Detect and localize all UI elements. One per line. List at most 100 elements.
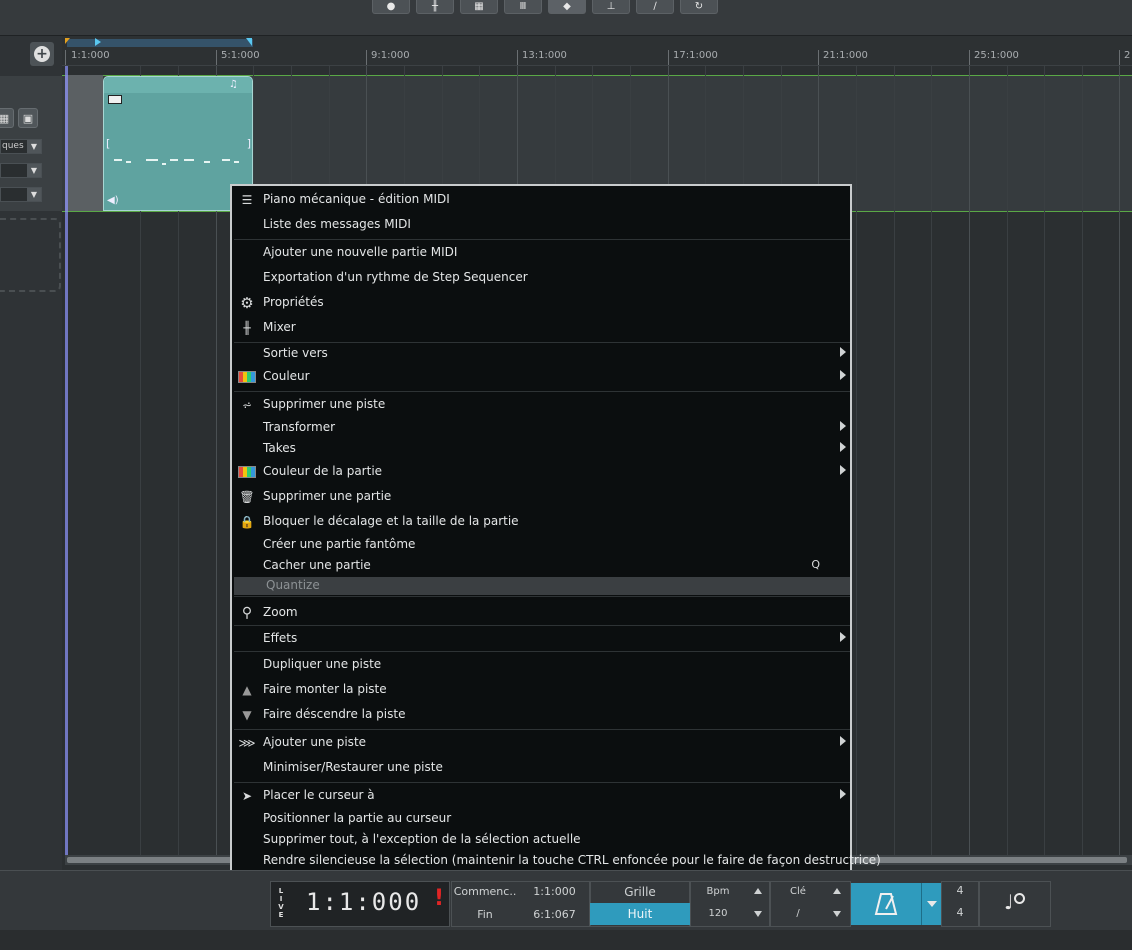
ruler-label: 5:1:000 [221, 50, 260, 61]
start-marker-icon[interactable] [65, 38, 70, 44]
track-header[interactable]: ▦ ▣ ques ▼ ▼ ▼ [0, 76, 62, 211]
menu-separator [234, 729, 850, 730]
key-value[interactable]: / [770, 903, 826, 925]
menu-item-export-step-seq[interactable]: Exportation d'un rythme de Step Sequence… [234, 267, 850, 289]
piano-icon [108, 95, 122, 104]
delete-track-icon: ⩫ [241, 398, 253, 412]
ruler-tick [216, 50, 217, 65]
start-label: Commenc.. [453, 885, 517, 898]
ruler-tick [366, 50, 367, 65]
menu-item-lock-part[interactable]: 🔒 Bloquer le décalage et la taille de la… [234, 511, 850, 533]
menu-item-mute-selection[interactable]: Rendre silencieuse la sélection (mainten… [234, 850, 881, 872]
lock-icon: 🔒 [239, 515, 255, 529]
mixer-icon[interactable]: ╫ [416, 0, 454, 14]
menu-item-zoom[interactable]: ⚲ Zoom [234, 602, 850, 624]
chevron-right-icon [840, 632, 846, 642]
ruler-label: 9:1:000 [371, 50, 410, 61]
midi-note [170, 159, 178, 161]
menu-item-duplicate-track[interactable]: Dupliquer une piste [234, 654, 850, 676]
end-value[interactable]: 6:1:067 [519, 904, 590, 926]
track-dropdown-2[interactable]: ▼ [0, 163, 42, 178]
timeline-ruler[interactable]: 1:1:000 5:1:000 9:1:000 13:1:000 17:1:00… [62, 36, 1132, 66]
menu-item-delete-part[interactable]: 🗑 Supprimer une partie [234, 486, 850, 508]
menu-item-mixer[interactable]: ╫ Mixer [234, 317, 850, 339]
track-dropdown-1[interactable]: ques ▼ [0, 139, 42, 154]
add-track-button[interactable]: + [30, 42, 54, 66]
menu-item-position-part[interactable]: Positionner la partie au curseur [234, 808, 850, 830]
key-down-icon[interactable] [833, 911, 841, 917]
end-label: Fin [477, 908, 493, 921]
loop-icon[interactable]: ↻ [680, 0, 718, 14]
plus-icon: + [34, 46, 50, 62]
zoom-icon: ⚲ [241, 605, 253, 621]
menu-item-minimize-track[interactable]: Minimiser/Restaurer une piste [234, 757, 850, 779]
left-handle-icon[interactable]: [ [106, 137, 110, 150]
metronome-icon [874, 893, 898, 915]
start-value[interactable]: 1:1:000 [519, 881, 590, 903]
midi-note [204, 161, 210, 163]
warning-icon[interactable]: ! [434, 887, 444, 911]
menu-item-delete-track[interactable]: ⩫ Supprimer une piste [234, 394, 850, 416]
loop-start-icon[interactable] [95, 38, 101, 46]
mixer-icon: ╫ [243, 321, 251, 335]
menu-item-add-midi-part[interactable]: Ajouter une nouvelle partie MIDI [234, 242, 850, 264]
menu-item-add-track[interactable]: ⋙ Ajouter une piste [234, 732, 850, 754]
grid-line [1119, 66, 1120, 856]
right-handle-icon[interactable]: ] [247, 137, 251, 150]
piano-roll-icon: ☰ [241, 193, 253, 207]
down-icon: ▼ [242, 708, 252, 722]
grid-icon[interactable]: ▦ [460, 0, 498, 14]
ruler-tick [1119, 50, 1120, 65]
menu-item-transform[interactable]: Transformer [234, 417, 850, 439]
menu-item-move-track-down[interactable]: ▼ Faire déscendre la piste [234, 704, 850, 726]
live-indicator[interactable]: LIVE [276, 887, 286, 919]
menu-item-piano-roll[interactable]: ☰ Piano mécanique - édition MIDI [234, 189, 850, 211]
menu-item-hide-part[interactable]: Cacher une partie Q [234, 555, 850, 577]
signature-bottom[interactable]: 4 [941, 902, 979, 924]
menu-item-ghost-part[interactable]: Créer une partie fantôme [234, 534, 850, 556]
empty-track-slot[interactable] [0, 218, 61, 292]
menu-item-place-cursor[interactable]: ➤ Placer le curseur à [234, 785, 850, 807]
menu-separator [234, 596, 850, 597]
grid-line [894, 66, 895, 856]
bpm-up-icon[interactable] [754, 888, 762, 894]
ruler-label: 17:1:000 [673, 50, 718, 61]
color-icon [238, 466, 256, 478]
track-dropdown-3[interactable]: ▼ [0, 187, 42, 202]
menu-item-quantize: Quantize [234, 577, 850, 595]
wand-icon[interactable]: ∕ [636, 0, 674, 14]
chevron-right-icon [840, 789, 846, 799]
ruler-tick [65, 50, 66, 65]
menu-item-color[interactable]: Couleur [234, 366, 850, 388]
ruler-label: 21:1:000 [823, 50, 868, 61]
speaker-icon[interactable]: ◀) [107, 195, 119, 206]
playback-cursor[interactable] [65, 66, 68, 856]
bpm-down-icon[interactable] [754, 911, 762, 917]
loop-end-icon[interactable] [246, 38, 252, 46]
menu-item-midi-list[interactable]: Liste des messages MIDI [234, 214, 850, 236]
grid-value[interactable]: Huit [590, 903, 690, 925]
metronome-dropdown[interactable] [921, 883, 941, 925]
chevron-right-icon [840, 465, 846, 475]
signature-top[interactable]: 4 [941, 880, 979, 902]
menu-item-move-track-up[interactable]: ▲ Faire monter la piste [234, 679, 850, 701]
menu-item-properties[interactable]: ⚙ Propriétés [234, 292, 850, 314]
menu-item-effects[interactable]: Effets [234, 628, 850, 650]
keyboard-icon[interactable]: Ⅲ [504, 0, 542, 14]
chevron-right-icon [840, 347, 846, 357]
menu-item-delete-except-selection[interactable]: Supprimer tout, à l'exception de la séle… [234, 829, 850, 851]
bpm-value[interactable]: 120 [690, 903, 746, 925]
context-menu: ☰ Piano mécanique - édition MIDI Liste d… [230, 184, 881, 872]
menu-item-takes[interactable]: Takes [234, 438, 850, 460]
info-icon[interactable]: ● [372, 0, 410, 14]
metronome-button[interactable] [851, 883, 921, 925]
chevron-down-icon [927, 901, 937, 907]
menu-item-output-to[interactable]: Sortie vers [234, 343, 850, 365]
midi-note [184, 159, 194, 161]
menu-item-part-color[interactable]: Couleur de la partie [234, 461, 850, 483]
marker-icon[interactable]: ◆ [548, 0, 586, 14]
grid-icon[interactable]: ▦ [0, 108, 14, 128]
insert-icon[interactable]: ⊥ [592, 0, 630, 14]
key-up-icon[interactable] [833, 888, 841, 894]
picture-icon[interactable]: ▣ [18, 108, 38, 128]
